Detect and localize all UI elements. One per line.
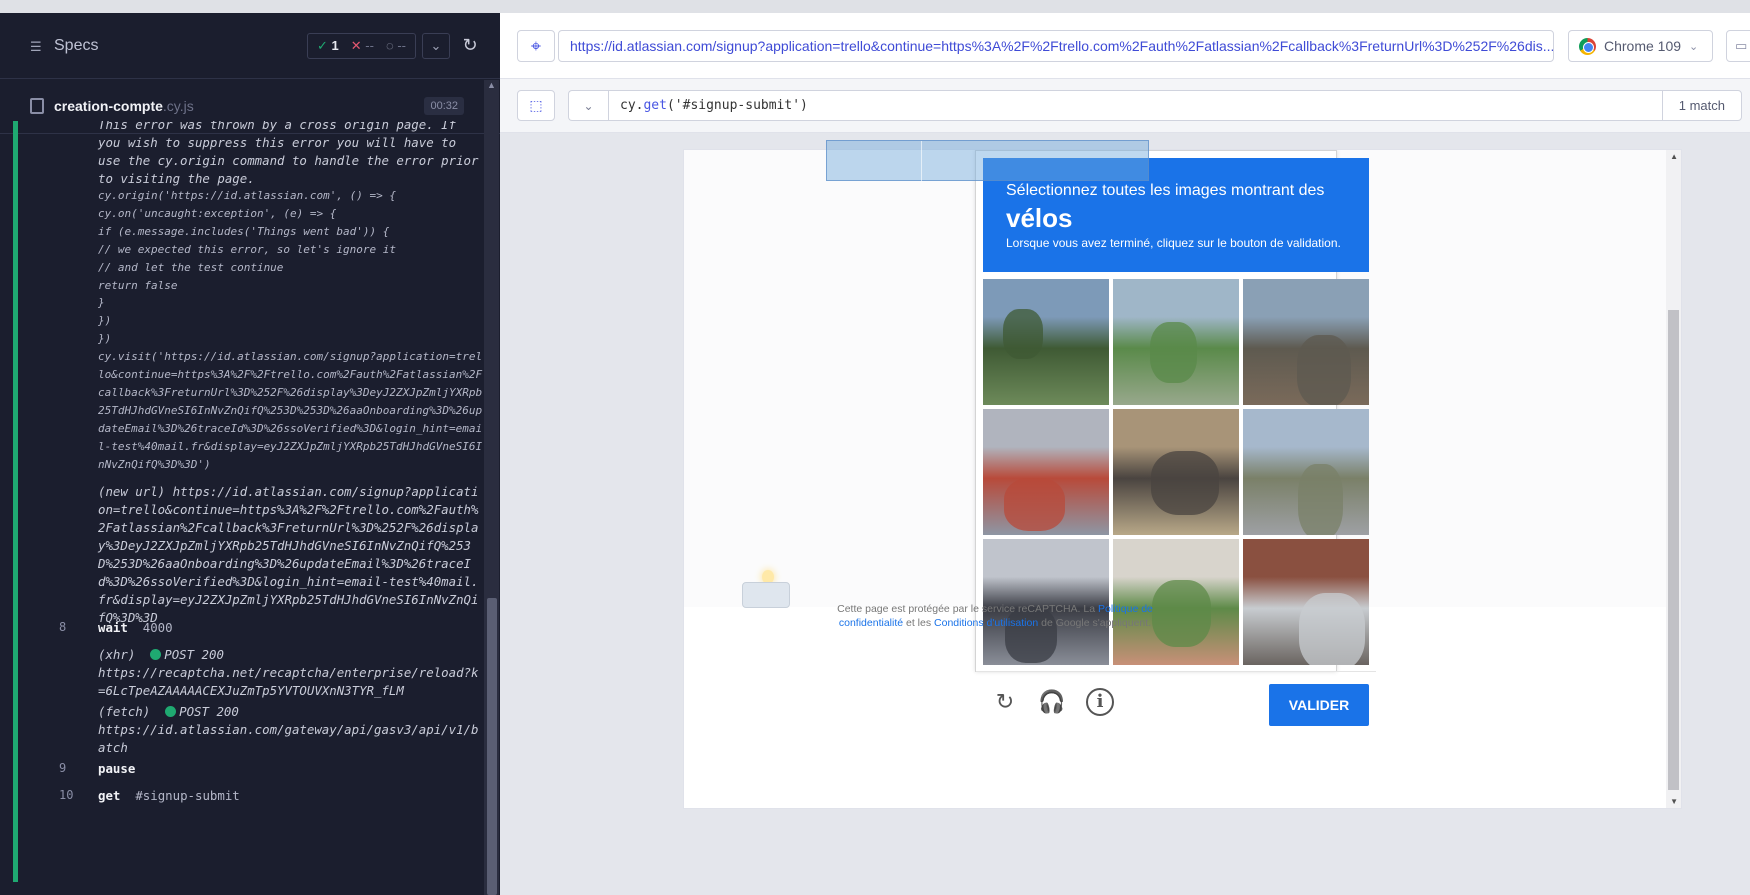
lamp-illustration (742, 570, 792, 610)
info-icon[interactable]: i (1086, 688, 1114, 716)
captcha-tile[interactable] (983, 409, 1109, 535)
headphones-icon[interactable]: 🎧 (1038, 688, 1066, 716)
chevron-down-icon: ⌄ (430, 37, 442, 53)
chevron-down-icon: ⌄ (1689, 40, 1699, 53)
url-bar-row: ⌖ https://id.atlassian.com/signup?applic… (500, 13, 1750, 79)
scroll-up-arrow-icon[interactable]: ▲ (487, 80, 496, 90)
match-count: 1 match (1661, 91, 1741, 120)
aut-viewport: Sélectionnez toutes les images montrant … (683, 149, 1682, 809)
new-url-value: https://id.atlassian.com/signup?applicat… (98, 484, 479, 625)
line-number: 9 (59, 761, 67, 775)
specs-list-icon[interactable]: ☰ (30, 39, 48, 54)
fetch-method: POST 200 (179, 704, 239, 719)
check-icon: ✓ (317, 37, 328, 53)
aut-url-field[interactable]: https://id.atlassian.com/signup?applicat… (558, 30, 1554, 62)
xhr-method: POST 200 (164, 647, 224, 662)
failed-stat: ✕ -- (350, 37, 374, 53)
selector-input[interactable]: cy. get (' #signup-submit ') 1 match (608, 90, 1742, 121)
reporter-header: ☰ Specs ✓ 1 ✕ -- ◌ -- ⌄ ↻ (0, 13, 500, 79)
reload-icon[interactable]: ↻ (991, 688, 1019, 716)
terms-link[interactable]: Conditions d'utilisation (934, 617, 1038, 629)
xhr-entry[interactable]: (xhr) POST 200 https://recaptcha.net/rec… (98, 646, 483, 700)
captcha-tile[interactable] (1243, 409, 1369, 535)
test-stats: ✓ 1 ✕ -- ◌ -- ⌄ ↻ (307, 32, 484, 59)
rerun-button[interactable]: ↻ (456, 33, 484, 59)
error-code-snippet: cy.origin('https://id.atlassian.com', ()… (98, 189, 483, 471)
captcha-tile[interactable] (1113, 279, 1239, 405)
fetch-entry[interactable]: (fetch) POST 200 https://id.atlassian.co… (98, 703, 483, 757)
new-url-entry[interactable]: (new url) https://id.atlassian.com/signu… (98, 483, 483, 627)
cross-icon: ✕ (350, 37, 362, 53)
error-message: This error was thrown by a cross origin … (98, 121, 486, 186)
spec-ext: .cy.js (162, 98, 194, 114)
pending-stat: ◌ -- (385, 38, 406, 53)
fetch-url: https://id.atlassian.com/gateway/api/gas… (98, 722, 479, 755)
line-number: 8 (59, 620, 67, 634)
pick-element-button[interactable]: ⬚ (517, 90, 555, 121)
command-log: This error was thrown by a cross origin … (13, 121, 497, 882)
command-pause[interactable]: pause (98, 760, 483, 778)
new-url-label: (new url) (98, 484, 166, 499)
captcha-tile[interactable] (983, 279, 1109, 405)
captcha-instruction: Sélectionnez toutes les images montrant … (1006, 182, 1325, 199)
specs-label[interactable]: Specs (54, 37, 98, 55)
stats-box: ✓ 1 ✕ -- ◌ -- (307, 32, 416, 59)
file-icon (30, 98, 44, 114)
scroll-up-arrow-icon[interactable]: ▲ (1670, 152, 1678, 161)
line-number: 10 (59, 788, 74, 802)
status-dot-icon (165, 706, 177, 717)
passed-stat: ✓ 1 (317, 37, 339, 53)
browser-selector[interactable]: Chrome 109 ⌄ (1568, 30, 1713, 62)
status-dot-icon (150, 649, 162, 660)
refresh-icon: ↻ (462, 35, 478, 55)
fetch-label: (fetch) (98, 704, 151, 719)
command-get[interactable]: get #signup-submit (98, 787, 483, 805)
spec-name: creation-compte (54, 98, 163, 114)
captcha-tile[interactable] (1243, 279, 1369, 405)
window-top-strip (0, 0, 1750, 13)
captcha-target: vélos (1006, 203, 1073, 233)
command-wait[interactable]: wait 4000 (98, 619, 483, 637)
chrome-icon (1579, 37, 1596, 55)
captcha-tile[interactable] (1243, 539, 1369, 665)
element-highlight-overlay (826, 140, 1149, 182)
selector-method-dropdown[interactable]: ⌄ (568, 90, 608, 121)
viewport-scrollbar-thumb[interactable] (1668, 310, 1679, 790)
spec-duration: 00:32 (424, 97, 464, 115)
captcha-hint: Lorsque vous avez terminé, cliquez sur l… (1006, 236, 1341, 250)
captcha-footer: ↻ 🎧 i VALIDER (976, 671, 1376, 731)
xhr-url: https://recaptcha.net/recaptcha/enterpri… (98, 665, 479, 698)
chevron-down-icon: ⌄ (583, 98, 594, 113)
pending-icon: ◌ (385, 38, 394, 53)
app-under-test: ⌖ https://id.atlassian.com/signup?applic… (500, 13, 1750, 895)
recaptcha-challenge: Sélectionnez toutes les images montrant … (975, 150, 1376, 726)
xhr-label: (xhr) (98, 647, 136, 662)
selector-playground-button[interactable]: ⌖ (517, 30, 555, 62)
selector-playground-row: ⬚ ⌄ cy. get (' #signup-submit ') 1 match (500, 79, 1750, 133)
viewport-icon: ▭ (1735, 38, 1748, 53)
crosshair-icon: ⌖ (530, 35, 542, 56)
captcha-tile[interactable] (1113, 409, 1239, 535)
scroll-down-arrow-icon[interactable]: ▼ (1670, 797, 1678, 806)
collapse-dropdown-button[interactable]: ⌄ (422, 32, 450, 59)
viewport-button[interactable]: ▭ (1726, 30, 1750, 62)
cursor-select-icon: ⬚ (529, 97, 543, 113)
browser-label: Chrome 109 (1604, 38, 1682, 54)
recaptcha-notice: Cette page est protégée par le service r… (837, 603, 1153, 629)
reporter-scrollbar-thumb[interactable] (487, 598, 497, 895)
captcha-submit-button[interactable]: VALIDER (1269, 684, 1369, 726)
